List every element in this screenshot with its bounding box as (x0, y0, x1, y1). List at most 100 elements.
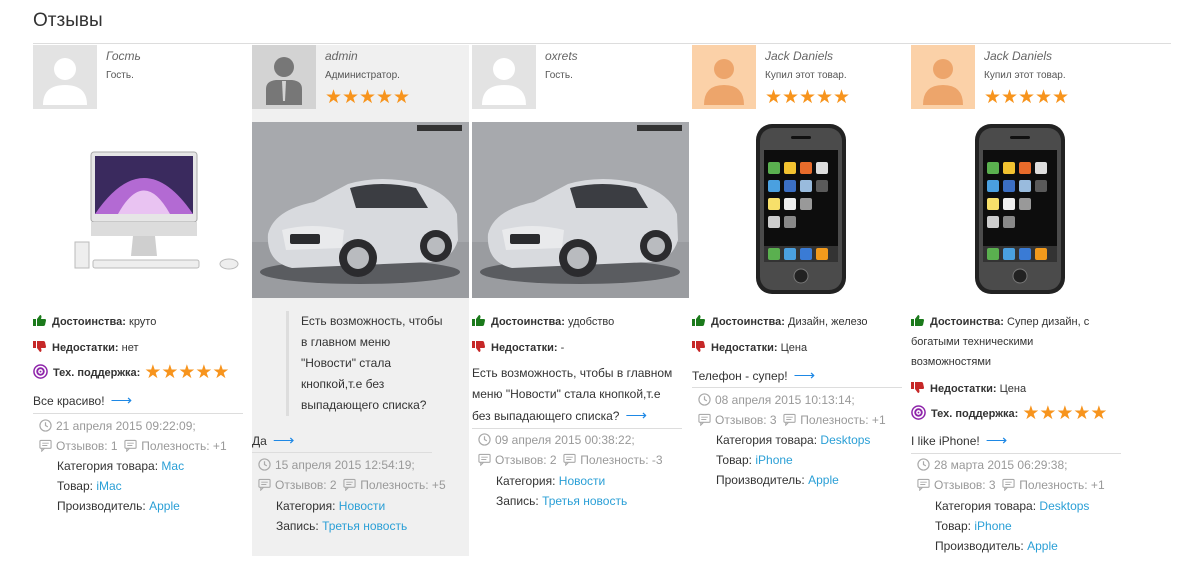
maker-link[interactable]: Apple (1027, 539, 1058, 553)
read-more-arrow-icon[interactable]: ⟶ (111, 392, 133, 409)
cons-label: Недостатки: (930, 383, 997, 395)
clock-icon (258, 458, 271, 471)
read-more-arrow-icon[interactable]: ⟶ (794, 367, 816, 384)
maker-link[interactable]: Apple (808, 473, 839, 487)
star-icon: ★ (1056, 403, 1074, 424)
maker-label: Производитель: (935, 539, 1024, 553)
author-name[interactable]: oxrets (545, 49, 578, 63)
pros-row: Достоинства: круто (33, 312, 156, 332)
avatar (911, 45, 975, 109)
divider (692, 387, 902, 388)
reviews-count: Отзывов: 3 (715, 413, 777, 427)
category-link[interactable]: Desktops (1039, 499, 1089, 513)
cons-label: Недостатки: (52, 342, 119, 354)
reviews-count: Отзывов: 2 (275, 478, 337, 492)
support-rating-stars: ★★★★★ (1022, 403, 1107, 424)
review-text: Да ⟶ (252, 430, 294, 452)
post-link[interactable]: Третья новость (322, 519, 407, 533)
product-label: Товар: (935, 519, 971, 533)
category-label: Категория товара: (57, 459, 159, 473)
star-icon: ★ (984, 87, 1002, 108)
category-label: Категория: (276, 499, 336, 513)
divider (911, 453, 1121, 454)
post-line: Запись: Третья новость (496, 494, 627, 508)
review-date: 15 апреля 2015 12:54:19; (258, 458, 415, 472)
thumbs-up-icon (472, 315, 485, 326)
pros-text: круто (129, 316, 157, 328)
post-label: Запись: (496, 494, 539, 508)
category-link[interactable]: Mac (161, 459, 184, 473)
category-line: Категория: Новости (276, 499, 385, 513)
review-date: 21 апреля 2015 09:22:09; (39, 419, 196, 433)
pros-label: Достоинства: (491, 316, 565, 328)
review-text-line: Есть возможность, чтобы в главном (472, 366, 673, 380)
review-card: oxrets Гость. Достоинства: удобство Недо… (472, 45, 689, 525)
product-image-imac[interactable] (33, 122, 250, 298)
product-image-car[interactable] (472, 122, 689, 298)
usefulness: Полезность: +1 (141, 439, 227, 453)
review-text: Телефон - супер! ⟶ (692, 365, 815, 387)
review-text: Все красиво! ⟶ (33, 390, 132, 412)
pros-text-line: возможностями (911, 356, 992, 368)
pros-row: Достоинства: Супер дизайн, с богатыми те… (911, 312, 1089, 372)
clock-icon (917, 458, 930, 471)
quote-line: "Новости" стала (301, 356, 392, 370)
author-name[interactable]: admin (325, 49, 358, 63)
product-image-car[interactable] (252, 122, 469, 298)
star-icon: ★ (1022, 403, 1040, 424)
review-text: I like iPhone! ⟶ (911, 430, 1007, 452)
author-name[interactable]: Гость (106, 49, 141, 63)
reviews-count: Отзывов: 1 (56, 439, 118, 453)
category-line: Категория товара: Mac (57, 459, 184, 473)
category-link[interactable]: Новости (559, 474, 605, 488)
star-icon: ★ (1035, 87, 1053, 108)
comment-icon (124, 439, 137, 452)
avatar (692, 45, 756, 109)
category-label: Категория товара: (716, 433, 818, 447)
product-link[interactable]: iPhone (974, 519, 1011, 533)
avatar (33, 45, 97, 109)
pros-row: Достоинства: Дизайн, железо (692, 312, 868, 332)
star-icon: ★ (765, 87, 783, 108)
category-link[interactable]: Desktops (820, 433, 870, 447)
review-text: Есть возможность, чтобы в главном меню "… (472, 363, 689, 427)
review-text-content: Телефон - супер! (692, 369, 788, 383)
category-link[interactable]: Новости (339, 499, 385, 513)
product-line: Товар: iPhone (716, 453, 793, 467)
support-label: Тех. поддержка: (931, 408, 1019, 420)
star-icon: ★ (1001, 87, 1019, 108)
product-link[interactable]: iPhone (755, 453, 792, 467)
product-image-iphone[interactable] (746, 122, 856, 298)
quote-line: Есть возможность, чтобы (301, 314, 443, 328)
post-link[interactable]: Третья новость (542, 494, 627, 508)
maker-line: Производитель: Apple (716, 473, 839, 487)
usefulness: Полезность: +5 (360, 478, 446, 492)
comment-icon (478, 453, 491, 466)
star-icon: ★ (782, 87, 800, 108)
star-icon: ★ (1052, 87, 1070, 108)
maker-label: Производитель: (57, 499, 146, 513)
star-icon: ★ (144, 362, 162, 383)
review-date: 09 апреля 2015 00:38:22; (478, 433, 635, 447)
pros-text: Дизайн, железо (788, 316, 868, 328)
maker-link[interactable]: Apple (149, 499, 180, 513)
product-image-iphone[interactable] (965, 122, 1075, 298)
read-more-arrow-icon[interactable]: ⟶ (273, 432, 295, 449)
review-header: admin Администратор. ★★★★★ (252, 45, 469, 110)
pros-text: Супер дизайн, с (1007, 316, 1090, 328)
read-more-arrow-icon[interactable]: ⟶ (986, 432, 1008, 449)
comment-icon (258, 478, 271, 491)
author-name[interactable]: Jack Daniels (984, 49, 1052, 63)
review-header: Jack Daniels Купил этот товар. ★★★★★ (692, 45, 909, 110)
product-link[interactable]: iMac (96, 479, 121, 493)
review-stats: Отзывов: 1 Полезность: +1 (39, 439, 227, 453)
clock-icon (478, 433, 491, 446)
avatar (252, 45, 316, 109)
review-stats: Отзывов: 2 Полезность: -3 (478, 453, 663, 467)
review-text-content: без выпадающего списка? (472, 409, 620, 423)
reviews-count: Отзывов: 3 (934, 478, 996, 492)
author-role: Гость. (106, 70, 134, 81)
author-role: Купил этот товар. (984, 70, 1066, 81)
read-more-arrow-icon[interactable]: ⟶ (625, 407, 647, 424)
author-name[interactable]: Jack Daniels (765, 49, 833, 63)
